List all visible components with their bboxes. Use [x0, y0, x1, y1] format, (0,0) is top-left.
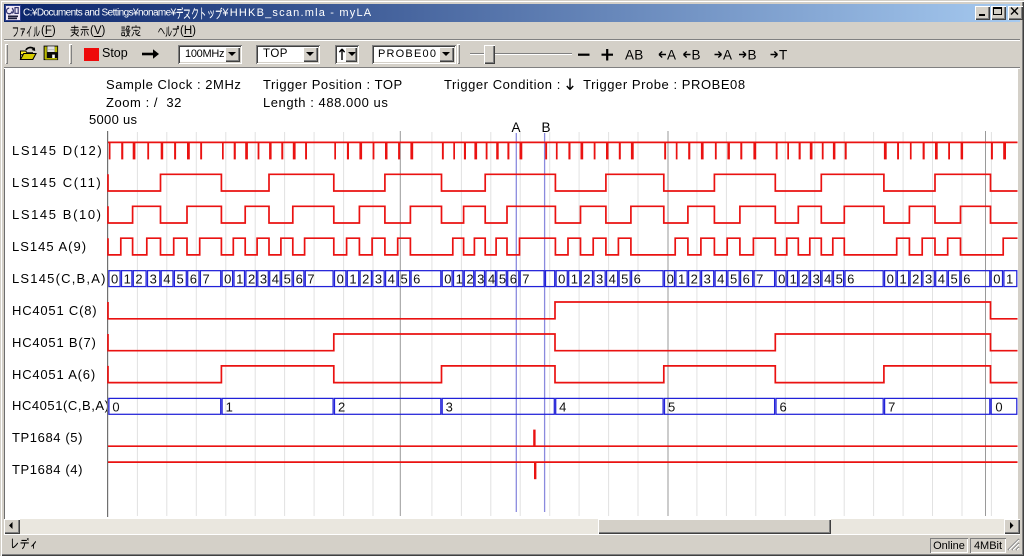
svg-text:4: 4 — [488, 272, 495, 287]
svg-text:2: 2 — [583, 272, 590, 287]
svg-text:5: 5 — [836, 272, 843, 287]
svg-text:1: 1 — [236, 272, 243, 287]
svg-text:5: 5 — [400, 272, 407, 287]
svg-text:0: 0 — [558, 272, 565, 287]
svg-text:0: 0 — [112, 399, 119, 414]
svg-text:3: 3 — [477, 272, 484, 287]
svg-text:0: 0 — [444, 272, 451, 287]
svg-text:4: 4 — [824, 272, 831, 287]
svg-text:2: 2 — [912, 272, 919, 287]
svg-text:7: 7 — [202, 272, 209, 287]
svg-text:6: 6 — [413, 272, 420, 287]
svg-text:4: 4 — [388, 272, 395, 287]
svg-text:A: A — [511, 120, 520, 135]
svg-text:6: 6 — [963, 272, 970, 287]
svg-text:6: 6 — [847, 272, 854, 287]
svg-text:5: 5 — [499, 272, 506, 287]
svg-text:5: 5 — [176, 272, 183, 287]
svg-text:1: 1 — [571, 272, 578, 287]
svg-text:6: 6 — [779, 399, 786, 414]
svg-text:6: 6 — [510, 272, 517, 287]
svg-text:1: 1 — [1006, 272, 1013, 287]
svg-text:0: 0 — [224, 272, 231, 287]
svg-text:1: 1 — [124, 272, 131, 287]
svg-text:5: 5 — [284, 272, 291, 287]
svg-text:7: 7 — [522, 272, 529, 287]
svg-text:2: 2 — [691, 272, 698, 287]
svg-text:0: 0 — [995, 399, 1002, 414]
svg-text:1: 1 — [226, 399, 233, 414]
svg-text:3: 3 — [704, 272, 711, 287]
svg-text:B: B — [541, 120, 550, 135]
svg-text:3: 3 — [150, 272, 157, 287]
svg-text:6: 6 — [296, 272, 303, 287]
svg-text:7: 7 — [307, 272, 314, 287]
svg-text:0: 0 — [778, 272, 785, 287]
svg-text:1: 1 — [790, 272, 797, 287]
svg-text:5: 5 — [730, 272, 737, 287]
svg-text:7: 7 — [888, 399, 895, 414]
svg-text:4: 4 — [163, 272, 170, 287]
svg-text:1: 1 — [456, 272, 463, 287]
svg-text:2: 2 — [135, 272, 142, 287]
svg-text:3: 3 — [813, 272, 820, 287]
svg-text:4: 4 — [272, 272, 279, 287]
svg-text:0: 0 — [667, 272, 674, 287]
svg-text:7: 7 — [756, 272, 763, 287]
svg-text:0: 0 — [111, 272, 118, 287]
svg-text:4: 4 — [717, 272, 724, 287]
svg-text:2: 2 — [338, 399, 345, 414]
svg-text:1: 1 — [349, 272, 356, 287]
svg-text:4: 4 — [938, 272, 945, 287]
svg-text:6: 6 — [743, 272, 750, 287]
svg-text:5: 5 — [621, 272, 628, 287]
svg-text:3: 3 — [260, 272, 267, 287]
svg-text:3: 3 — [446, 399, 453, 414]
svg-text:0: 0 — [337, 272, 344, 287]
svg-text:5: 5 — [668, 399, 675, 414]
svg-text:0: 0 — [887, 272, 894, 287]
svg-text:2: 2 — [801, 272, 808, 287]
svg-text:2: 2 — [248, 272, 255, 287]
svg-text:1: 1 — [899, 272, 906, 287]
svg-text:3: 3 — [596, 272, 603, 287]
svg-text:5: 5 — [950, 272, 957, 287]
svg-text:4: 4 — [559, 399, 566, 414]
svg-text:6: 6 — [634, 272, 641, 287]
svg-text:2: 2 — [466, 272, 473, 287]
svg-text:6: 6 — [190, 272, 197, 287]
svg-text:3: 3 — [925, 272, 932, 287]
svg-text:2: 2 — [362, 272, 369, 287]
svg-text:4: 4 — [609, 272, 616, 287]
svg-text:3: 3 — [375, 272, 382, 287]
svg-text:1: 1 — [678, 272, 685, 287]
svg-text:0: 0 — [993, 272, 1000, 287]
